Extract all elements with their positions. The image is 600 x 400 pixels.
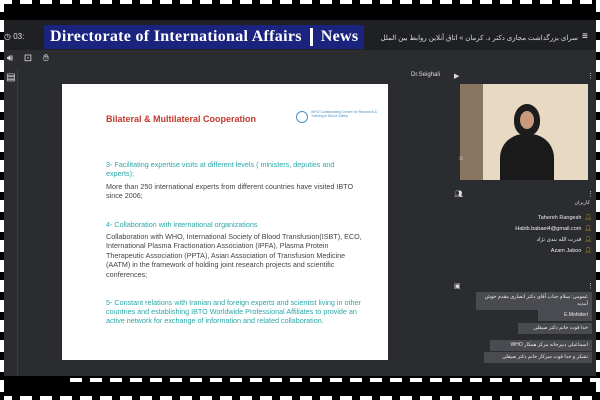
chat-panel: عمومی: سلام جناب آقای دکتر انصاری مقدم خ… <box>460 290 592 370</box>
video-camera-icon: ▶ <box>454 73 460 80</box>
clock-icon: ◷ <box>4 32 11 41</box>
video-panel-header: ▶ ⋮ <box>452 72 596 80</box>
slide-section3-heading: 3- Facilitating expertise visits at diff… <box>106 160 335 178</box>
users-icon: 👥︎ <box>454 191 463 198</box>
user-icon: 👤︎ <box>584 248 592 254</box>
frame-top-border <box>0 0 600 4</box>
emoji-icon[interactable]: ☺ <box>458 156 464 162</box>
left-rail: ▤ <box>4 68 18 376</box>
user-icon: 👤︎ <box>584 237 592 243</box>
banner-divider <box>309 28 313 46</box>
user-name: Habib.babaei4@gmail.com <box>515 225 582 232</box>
slide-section5-heading: 5- Constant relations with Iranian and f… <box>106 298 361 325</box>
slide-section4-body: Collaboration with WHO, International So… <box>106 232 362 279</box>
chat-panel-header: ▣ ⋮ <box>452 282 596 290</box>
speaker-icon[interactable]: 🔊︎ <box>4 53 16 65</box>
participant-face <box>520 111 534 129</box>
panel-menu-icon[interactable]: ⋮ <box>587 72 594 80</box>
user-icon: 👤︎ <box>584 215 592 221</box>
slide-section3-body: More than 250 international experts from… <box>106 182 354 201</box>
users-title: کاربران <box>574 200 590 206</box>
slide-title: Bilateral & Multilateral Cooperation <box>106 114 257 124</box>
share-screen-icon[interactable]: ⊡ <box>22 53 34 65</box>
user-icon: 👤︎ <box>584 226 592 232</box>
user-list: Tahereh Rangesh 👤︎ Habib.babaei4@gmail.c… <box>460 212 592 274</box>
user-name: Tahereh Rangesh <box>537 214 582 221</box>
slide-section4-heading: 4- Collaboration with international orga… <box>106 220 258 229</box>
user-name: Azam Jaboo <box>550 247 582 254</box>
chat-menu-icon[interactable]: ⋮ <box>587 282 594 290</box>
presenter-name: Dr.Seighali <box>410 72 440 78</box>
frame-right-border <box>596 0 600 400</box>
document-icon[interactable]: ▤ <box>5 72 17 84</box>
meeting-app-window: ◷ 03: Directorate of International Affai… <box>4 20 596 376</box>
user-row[interactable]: Azam Jaboo 👤︎ <box>460 245 592 256</box>
user-row[interactable]: Habib.babaei4@gmail.com 👤︎ <box>460 223 592 234</box>
hand-raise-icon[interactable]: ✋︎ <box>40 53 52 65</box>
user-row[interactable]: Tahereh Rangesh 👤︎ <box>460 212 592 223</box>
chat-message: خدا قوت خانم دکتر صیقلی <box>518 323 592 334</box>
frame-bottom-border <box>0 396 600 400</box>
chat-message: عمومی: سلام جناب آقای دکتر انصاری مقدم خ… <box>476 292 592 310</box>
users-panel-header: 👥︎ ⋮ <box>452 190 596 198</box>
users-menu-icon[interactable]: ⋮ <box>587 190 594 198</box>
news-banner: Directorate of International Affairs New… <box>44 25 365 49</box>
banner-left-text: Directorate of International Affairs <box>50 28 302 45</box>
frame-inner-bottom-border <box>70 378 600 382</box>
chat-message: تشکر و خدا قوت سرکار خانم دکتر صیقلی <box>484 352 592 363</box>
webcam-video <box>460 84 588 180</box>
right-column: ▶ ⋮ 👥︎ ⋮ کاربران Tahereh Rangesh 👤︎ Habi… <box>452 68 596 376</box>
who-logo-icon <box>296 111 308 123</box>
participant-body <box>500 134 554 180</box>
banner-right-text: News <box>320 28 359 45</box>
meeting-title: سرای بزرگداشت مجازی دکتر د. کرمان » اتاق… <box>380 35 578 42</box>
slide-logo-text: WHO Collaborating Centre for Research & … <box>311 110 377 118</box>
timer: ◷ 03: <box>4 32 28 46</box>
hamburger-menu-icon[interactable]: ≡ <box>582 32 592 42</box>
toolbar: 🔊︎ ⊡ ✋︎ <box>4 50 596 68</box>
top-bar: ◷ 03: Directorate of International Affai… <box>4 20 596 50</box>
user-name: قدرت الله بندی نژاد <box>536 236 582 243</box>
screen-share-area: Dr.Seighali Bilateral & Multilateral Coo… <box>18 68 448 376</box>
timer-text: 03: <box>13 32 25 41</box>
chat-icon: ▣ <box>454 283 461 290</box>
user-row[interactable]: قدرت الله بندی نژاد 👤︎ <box>460 234 592 245</box>
chat-message: اسماعیلی دبیرخانه مرکز همکار WHO <box>490 340 592 351</box>
presentation-slide: Bilateral & Multilateral Cooperation WHO… <box>62 84 388 360</box>
chat-message: E.Mohideri <box>538 310 592 321</box>
